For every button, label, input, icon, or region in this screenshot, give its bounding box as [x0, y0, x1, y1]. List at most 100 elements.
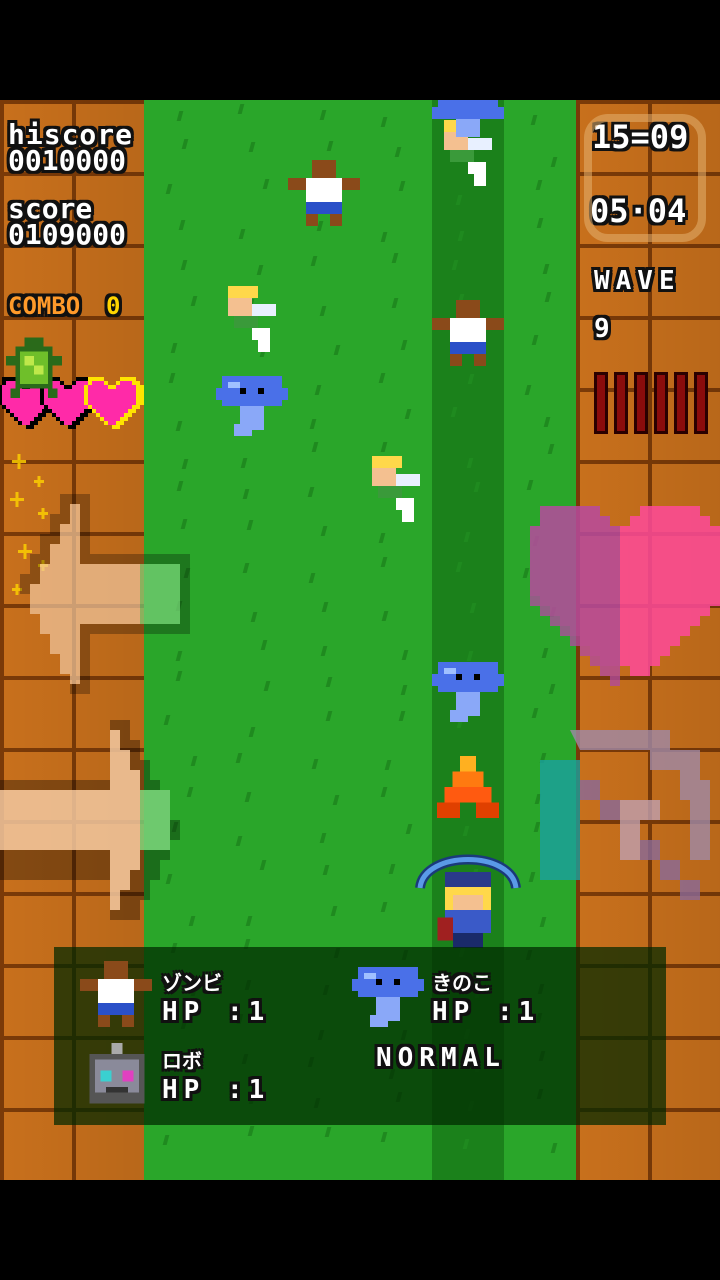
grass-tuft: [524, 385, 532, 395]
grass-tuft: [311, 759, 319, 769]
enemy-name-mushroom: きのこ: [432, 971, 492, 995]
grass-tuft: [535, 180, 543, 190]
grass-tuft: [235, 753, 243, 763]
arrow-projectile: [436, 756, 500, 819]
grass-tuft: [314, 385, 322, 395]
grass-tuft: [384, 760, 392, 770]
grass-tuft: [237, 104, 245, 114]
grass-tuft: [320, 526, 328, 536]
grass-tuft: [309, 419, 317, 429]
grass-tuft: [333, 345, 341, 355]
grass-tuft: [259, 860, 267, 870]
zombie-icon: [80, 961, 152, 1027]
grass-tuft: [544, 292, 552, 302]
grass-tuft: [405, 824, 413, 834]
grass-tuft: [325, 677, 333, 687]
grass-tuft: [404, 409, 412, 419]
grass-tuft: [310, 256, 318, 266]
grass-tuft: [242, 563, 250, 573]
hp-bar: [614, 372, 628, 434]
grass-tuft: [547, 444, 555, 454]
grass-tuft: [175, 421, 183, 431]
crossbow-icon[interactable]: [520, 720, 720, 930]
grass-tuft: [332, 795, 340, 805]
grass-tuft: [380, 902, 388, 912]
enemy-name-zombie: ゾンビ: [162, 971, 222, 995]
grass-tuft: [531, 335, 539, 345]
game-screen: hiscore 0010000 score 0109000 COMBO 0 15…: [0, 100, 720, 1180]
grass-tuft: [168, 373, 176, 383]
heart-button-icon[interactable]: [520, 486, 720, 686]
grass-tuft: [181, 139, 189, 149]
grass-tuft: [262, 179, 270, 189]
grass-tuft: [238, 229, 246, 239]
grass-tuft: [530, 115, 538, 125]
grass-tuft: [400, 685, 408, 695]
grass-tuft: [311, 442, 319, 452]
arrow-left-icon[interactable]: [0, 494, 200, 694]
hp-bar: [694, 372, 708, 434]
grass-tuft: [162, 1135, 170, 1145]
grass-tuft: [235, 836, 243, 846]
grass-tuft: [325, 711, 333, 721]
grass-tuft: [180, 260, 188, 270]
hp-bars: [594, 372, 708, 434]
mushroom-enemy: [216, 376, 288, 436]
grass-tuft: [307, 487, 315, 497]
grass-tuft: [176, 481, 184, 491]
grass-tuft: [247, 1126, 255, 1136]
grass-tuft: [394, 147, 402, 157]
grass-tuft: [319, 306, 327, 316]
fairy-enemy: [372, 456, 420, 522]
mushroom-enemy: [432, 662, 504, 722]
grass-tuft: [398, 181, 406, 191]
heart-icon: [84, 377, 144, 429]
grass-tuft: [378, 373, 386, 383]
mushroom-icon: [352, 967, 424, 1027]
grass-tuft: [190, 296, 198, 306]
grass-tuft: [245, 916, 253, 926]
enemy-hp-robot: HP :1: [162, 1075, 271, 1105]
grass-tuft: [398, 711, 406, 721]
wave-value: 9: [594, 314, 610, 344]
hp-bar: [674, 372, 688, 434]
grass-tuft: [381, 611, 389, 621]
grass-tuft: [178, 220, 186, 230]
enemy-name-robot: ロボ: [162, 1049, 202, 1073]
enemy-info-panel: ゾンビ HP :1 きのこ HP :1 ロボ HP :1 NORMAL: [54, 947, 666, 1125]
grass-tuft: [550, 157, 558, 167]
grass-tuft: [380, 117, 388, 127]
enemy-hp-mushroom: HP :1: [432, 997, 541, 1027]
grass-tuft: [181, 459, 189, 469]
grass-tuft: [308, 573, 316, 583]
grass-tuft: [391, 298, 399, 308]
grass-tuft: [176, 111, 184, 121]
grass-tuft: [380, 1132, 388, 1142]
grass-tuft: [324, 1127, 332, 1137]
grass-tuft: [165, 184, 173, 194]
mushroom-enemy: [432, 100, 504, 137]
grass-tuft: [321, 602, 329, 612]
grass-tuft: [246, 520, 254, 530]
player-character: [437, 872, 491, 948]
robot-icon: [89, 1043, 145, 1104]
arrow-right-icon[interactable]: [0, 720, 200, 920]
grass-tuft: [391, 253, 399, 263]
grass-tuft: [380, 232, 388, 242]
hiscore-value: 0010000: [8, 144, 127, 177]
combo-value: 0: [106, 292, 121, 320]
score-value: 0109000: [8, 218, 127, 251]
grass-tuft: [248, 727, 256, 737]
grass-tuft: [380, 442, 388, 452]
scroll-frame-icon: [584, 114, 706, 242]
grass-tuft: [250, 612, 258, 622]
combo-label: COMBO: [8, 292, 81, 320]
grass-tuft: [550, 1143, 558, 1153]
grass-tuft: [319, 110, 327, 120]
grass-tuft: [401, 650, 409, 660]
grass-tuft: [380, 557, 388, 567]
lives-display: [0, 337, 150, 445]
grass-tuft: [319, 833, 327, 843]
grass-tuft: [388, 864, 396, 874]
grass-tuft: [378, 533, 386, 543]
